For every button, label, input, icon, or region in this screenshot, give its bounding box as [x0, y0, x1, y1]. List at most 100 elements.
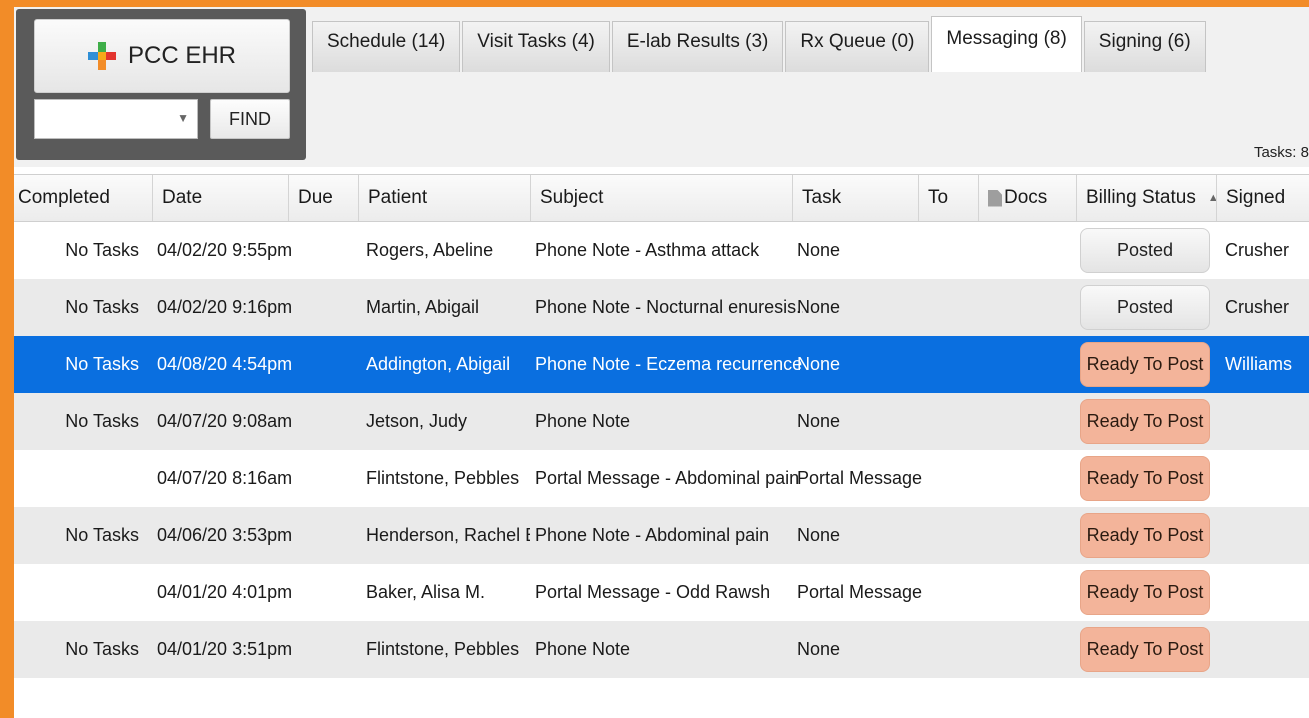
cell-subject: Phone Note - Asthma attack: [535, 240, 760, 260]
pcc-plus-logo-icon: [87, 42, 116, 70]
cell-task: None: [797, 354, 841, 374]
cell-to: [923, 279, 978, 336]
cell-completed: No Tasks: [65, 297, 139, 317]
header-task[interactable]: Task: [792, 175, 918, 221]
cell-subject: Phone Note - Nocturnal enuresis...: [535, 297, 803, 317]
cell-signed: [1225, 507, 1309, 564]
cell-docs: [983, 222, 1073, 279]
cell-to: [923, 222, 978, 279]
cell-due: [293, 450, 353, 507]
header-billing-label: Billing Status: [1086, 187, 1196, 208]
table-row[interactable]: No Tasks 04/08/20 4:54pm Addington, Abigai…: [14, 336, 1309, 393]
cell-due: [293, 279, 353, 336]
cell-patient: Henderson, Rachel E.: [366, 525, 530, 545]
header-due[interactable]: Due: [288, 175, 358, 221]
header-billing-status[interactable]: Billing Status ▲: [1076, 175, 1219, 221]
cell-subject: Portal Message - Odd Rawsh: [535, 582, 771, 602]
cell-signed: Crusher: [1225, 240, 1290, 260]
patient-search: ▼ FIND: [34, 99, 290, 139]
table-row[interactable]: No Tasks 04/01/20 3:51pm Flintstone, Pebbl…: [14, 621, 1309, 678]
header-date[interactable]: Date: [152, 175, 288, 221]
billing-status-button[interactable]: Ready To Post: [1080, 399, 1210, 444]
header-completed[interactable]: Completed: [14, 175, 152, 221]
billing-status-button[interactable]: Posted: [1080, 285, 1210, 330]
cell-docs: [983, 507, 1073, 564]
cell-task: None: [797, 411, 841, 431]
tab-rx-queue[interactable]: Rx Queue (0): [785, 21, 930, 72]
cell-signed: Crusher: [1225, 297, 1290, 317]
home-logo-button[interactable]: PCC EHR: [34, 19, 290, 93]
find-button[interactable]: FIND: [210, 99, 290, 139]
cell-completed: [14, 564, 139, 621]
table-row[interactable]: No Tasks 04/07/20 9:08am Jetson, Judy Phone…: [14, 393, 1309, 450]
tab-elab-results[interactable]: E-lab Results (3): [611, 21, 784, 72]
cell-due: [293, 507, 353, 564]
table-header: Completed Date Due Patient Subject Task …: [14, 174, 1309, 222]
header-docs[interactable]: Docs: [978, 175, 1076, 221]
billing-status-button[interactable]: Ready To Post: [1080, 456, 1210, 501]
cell-to: [923, 621, 978, 678]
document-icon: [988, 189, 1002, 207]
tab-messaging[interactable]: Messaging (8): [931, 16, 1082, 72]
billing-status-button[interactable]: Ready To Post: [1080, 342, 1210, 387]
cell-completed: [14, 450, 139, 507]
tab-visit-tasks[interactable]: Visit Tasks (4): [462, 21, 610, 72]
cell-patient: Flintstone, Pebbles: [366, 468, 520, 488]
cell-docs: [983, 621, 1073, 678]
billing-status-button[interactable]: Ready To Post: [1080, 513, 1210, 558]
chevron-down-icon[interactable]: ▼: [177, 111, 189, 125]
cell-task: None: [797, 639, 841, 659]
logo-panel: PCC EHR ▼ FIND: [16, 9, 306, 160]
table-row[interactable]: No Tasks 04/06/20 3:53pm Henderson, Rachel…: [14, 507, 1309, 564]
app-window: PCC EHR ▼ FIND Schedule (14) Visit Tasks…: [14, 7, 1309, 718]
patient-search-combo[interactable]: ▼: [34, 99, 198, 139]
top-bar: PCC EHR ▼ FIND Schedule (14) Visit Tasks…: [14, 7, 1309, 167]
cell-due: [293, 222, 353, 279]
cell-patient: Baker, Alisa M.: [366, 582, 486, 602]
cell-completed: No Tasks: [65, 411, 139, 431]
table-row[interactable]: No Tasks 04/02/20 9:16pm Martin, Abigail Ph…: [14, 279, 1309, 336]
table-row[interactable]: No Tasks 04/02/20 9:55pm Rogers, Abeline Ph…: [14, 222, 1309, 279]
logo-text: PCC EHR: [127, 42, 236, 69]
cell-completed: No Tasks: [65, 354, 139, 374]
cell-to: [923, 507, 978, 564]
table-body: No Tasks 04/02/20 9:55pm Rogers, Abeline Ph…: [14, 222, 1309, 678]
cell-to: [923, 564, 978, 621]
header-patient[interactable]: Patient: [358, 175, 530, 221]
cell-subject: Portal Message - Abdominal pain: [535, 468, 800, 488]
cell-task: None: [797, 240, 841, 260]
cell-completed: No Tasks: [65, 240, 139, 260]
billing-status-button[interactable]: Ready To Post: [1080, 570, 1210, 615]
cell-subject: Phone Note: [535, 639, 631, 659]
cell-signed: [1225, 621, 1309, 678]
header-signed[interactable]: Signed: [1216, 175, 1309, 221]
cell-docs: [983, 393, 1073, 450]
billing-status-button[interactable]: Posted: [1080, 228, 1210, 273]
cell-due: [293, 564, 353, 621]
messaging-table: Completed Date Due Patient Subject Task …: [14, 174, 1309, 678]
cell-docs: [983, 450, 1073, 507]
cell-patient: Flintstone, Pebbles: [366, 639, 520, 659]
cell-patient: Martin, Abigail: [366, 297, 480, 317]
table-row[interactable]: 04/01/20 4:01pm Baker, Alisa M. Portal Mes…: [14, 564, 1309, 621]
cell-docs: [983, 336, 1073, 393]
billing-status-button[interactable]: Ready To Post: [1080, 627, 1210, 672]
cell-subject: Phone Note: [535, 411, 631, 431]
tab-bar: Schedule (14) Visit Tasks (4) E-lab Resu…: [312, 16, 1208, 72]
cell-task: None: [797, 297, 841, 317]
cell-signed: [1225, 450, 1309, 507]
tab-schedule[interactable]: Schedule (14): [312, 21, 461, 72]
header-to[interactable]: To: [918, 175, 978, 221]
cell-date: 04/01/20 4:01pm: [157, 582, 293, 602]
cell-docs: [983, 564, 1073, 621]
table-row[interactable]: 04/07/20 8:16am Flintstone, Pebbles Portal…: [14, 450, 1309, 507]
tasks-count: Tasks: 8: [1253, 144, 1309, 161]
cell-date: 04/01/20 3:51pm: [157, 639, 293, 659]
cell-signed: [1225, 564, 1309, 621]
cell-completed: No Tasks: [65, 525, 139, 545]
header-subject[interactable]: Subject: [530, 175, 792, 221]
cell-date: 04/06/20 3:53pm: [157, 525, 293, 545]
cell-date: 04/02/20 9:16pm: [157, 297, 293, 317]
tab-signing[interactable]: Signing (6): [1083, 21, 1206, 72]
cell-task: Portal Message: [797, 582, 922, 602]
